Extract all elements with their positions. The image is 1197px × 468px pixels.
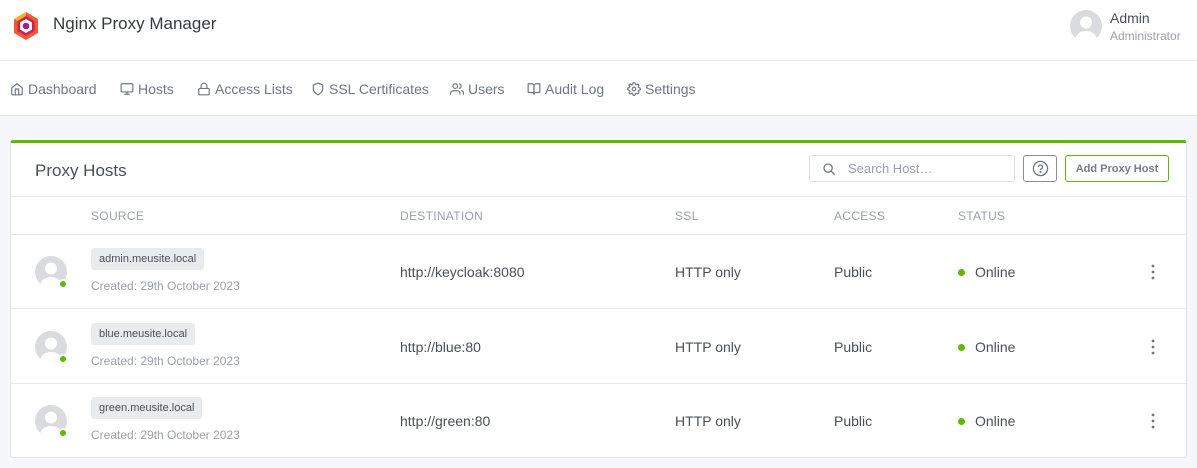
table-row: blue.meusite.local Created: 29th October… [11,310,1186,384]
online-indicator [58,428,68,438]
ssl-cell: HTTP only [675,413,741,429]
nav-ssl-certificates[interactable]: SSL Certificates [311,80,429,98]
nav-hosts[interactable]: Hosts [120,80,174,98]
main-nav: Dashboard Hosts Access Lists SSL Certifi… [0,61,1197,116]
card-title: Proxy Hosts [35,161,127,180]
search-box[interactable] [809,155,1015,182]
destination-cell: http://keycloak:8080 [400,264,525,280]
user-name[interactable]: Admin [1110,10,1150,26]
nav-audit-log-label: Audit Log [545,81,605,97]
column-header-access: ACCESS [834,209,886,223]
row-menu-icon[interactable] [1147,263,1159,281]
nginx-proxy-manager-logo[interactable] [12,11,40,41]
online-indicator [58,354,68,364]
gear-icon [627,82,641,96]
table-row: green.meusite.local Created: 29th Octobe… [11,384,1186,458]
domain-badge[interactable]: green.meusite.local [91,397,203,419]
help-button[interactable] [1023,155,1057,182]
nav-dashboard-label: Dashboard [28,81,97,97]
row-menu-icon[interactable] [1147,338,1159,356]
search-input[interactable] [848,159,1008,178]
table-row: admin.meusite.local Created: 29th Octobe… [11,235,1186,309]
status-text: Online [975,339,1016,355]
nav-access-lists[interactable]: Access Lists [197,80,293,98]
destination-cell: http://green:80 [400,413,491,429]
user-avatar[interactable] [1070,10,1102,42]
user-role: Administrator [1110,29,1181,43]
nav-access-lists-label: Access Lists [215,81,293,97]
access-cell: Public [834,413,873,429]
nav-hosts-label: Hosts [138,81,174,97]
column-header-destination: DESTINATION [400,209,484,223]
access-cell: Public [834,339,873,355]
shield-icon [312,82,324,96]
status-text: Online [975,413,1016,429]
help-icon [1032,160,1048,177]
book-icon [527,83,541,95]
monitor-icon [120,83,134,95]
access-cell: Public [834,264,873,280]
home-icon [11,83,23,96]
row-menu-icon[interactable] [1147,412,1159,430]
column-header-source: SOURCE [91,209,145,223]
nav-users-label: Users [468,81,505,97]
nav-ssl-certificates-label: SSL Certificates [329,81,429,97]
status-text: Online [975,264,1016,280]
status-dot [958,344,965,351]
nav-settings[interactable]: Settings [627,80,696,98]
domain-badge[interactable]: blue.meusite.local [91,323,196,345]
nav-dashboard[interactable]: Dashboard [10,80,97,98]
avatar-placeholder-icon [1075,16,1097,42]
add-proxy-host-button[interactable]: Add Proxy Host [1065,155,1169,182]
top-header: Nginx Proxy Manager Admin Administrator [0,0,1197,61]
status-dot [958,418,965,425]
destination-cell: http://blue:80 [400,339,481,355]
column-header-status: STATUS [958,209,1006,223]
users-icon [450,83,464,95]
created-date: Created: 29th October 2023 [91,428,240,442]
nav-settings-label: Settings [645,81,696,97]
header-divider [11,196,1186,197]
nav-audit-log[interactable]: Audit Log [527,80,604,98]
created-date: Created: 29th October 2023 [91,354,240,368]
ssl-cell: HTTP only [675,339,741,355]
ssl-cell: HTTP only [675,264,741,280]
row-divider [11,308,1186,309]
nav-users[interactable]: Users [450,80,505,98]
status-dot [958,269,965,276]
proxy-hosts-card: Proxy Hosts Add Proxy Host SOURCE DESTIN… [10,140,1187,458]
app-title: Nginx Proxy Manager [53,14,217,33]
online-indicator [58,279,68,289]
created-date: Created: 29th October 2023 [91,279,240,293]
search-icon [823,163,835,175]
lock-icon [198,82,210,96]
column-header-ssl: SSL [675,209,699,223]
domain-badge[interactable]: admin.meusite.local [91,248,205,270]
